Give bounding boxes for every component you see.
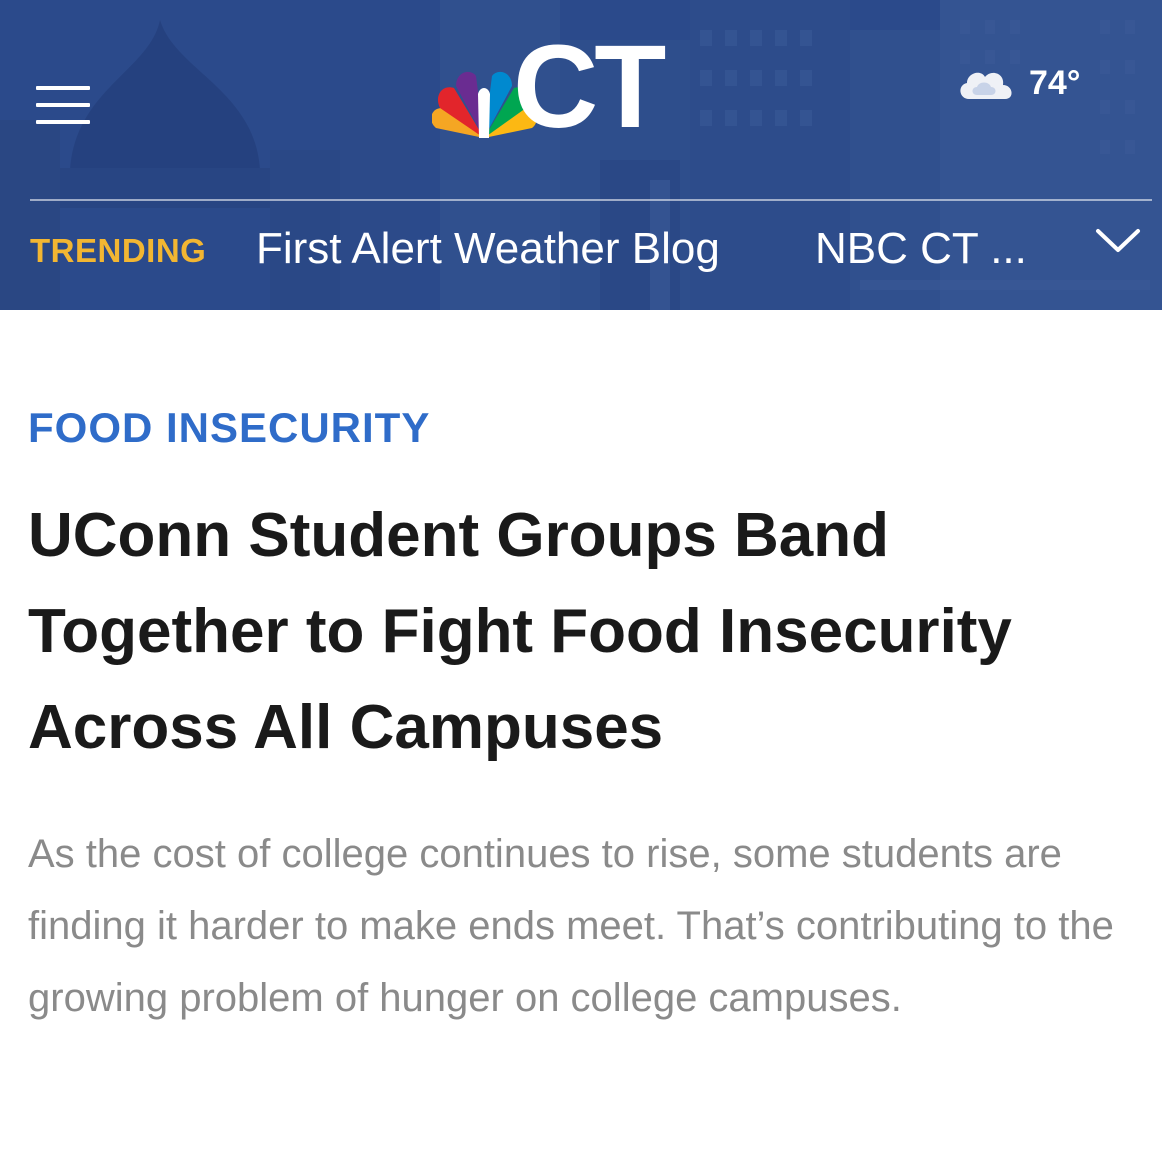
site-header: CT 74° TRENDING First Alert Weather Blog… [0, 0, 1162, 310]
cloudy-icon [960, 72, 1012, 99]
header-divider [30, 199, 1152, 201]
station-logo-text[interactable]: CT [513, 28, 666, 146]
article-summary: As the cost of college continues to rise… [28, 832, 1114, 1020]
trending-item[interactable]: NBC CT ... [815, 224, 1027, 274]
weather-widget[interactable]: 74° [955, 58, 1080, 108]
trending-label: TRENDING [30, 232, 207, 269]
article-category[interactable]: FOOD INSECURITY [28, 404, 430, 452]
trending-item[interactable]: First Alert Weather Blog [256, 224, 720, 274]
chevron-down-icon[interactable] [1094, 226, 1142, 256]
hamburger-menu-icon[interactable] [36, 86, 90, 124]
article-headline: UConn Student Groups Band Together to Fi… [28, 501, 1012, 762]
weather-temperature: 74° [1029, 63, 1081, 102]
